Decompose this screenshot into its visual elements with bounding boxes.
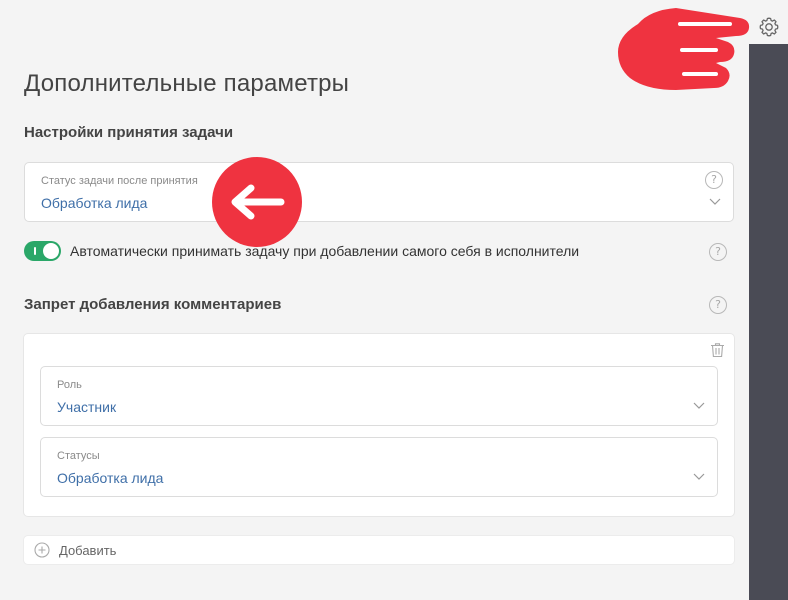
add-rule-label: Добавить (59, 543, 117, 558)
gear-icon[interactable] (757, 15, 781, 39)
status-after-accept-label: Статус задачи после принятия (41, 175, 198, 187)
plus-circle-icon (34, 542, 50, 558)
chevron-down-icon (693, 473, 705, 480)
status-after-accept-select[interactable]: Статус задачи после принятия Обработка л… (24, 162, 734, 222)
section-title-comments-ban: Запрет добавления комментариев (24, 296, 282, 313)
statuses-label: Статусы (57, 450, 100, 462)
toggle-on-mark (34, 247, 36, 255)
auto-accept-toggle[interactable] (24, 241, 61, 261)
auto-accept-label: Автоматически принимать задачу при добав… (70, 243, 580, 259)
role-label: Роль (57, 379, 82, 391)
statuses-select[interactable]: Статусы Обработка лида (40, 437, 718, 497)
pointing-hand-icon (618, 8, 750, 90)
status-after-accept-value: Обработка лида (41, 195, 148, 211)
page-title: Дополнительные параметры (24, 70, 350, 97)
side-panel (749, 44, 788, 600)
help-icon[interactable]: ? (705, 171, 723, 189)
chevron-down-icon (709, 198, 721, 205)
role-select[interactable]: Роль Участник (40, 366, 718, 426)
statuses-value: Обработка лида (57, 470, 164, 486)
add-rule-button[interactable]: Добавить (24, 536, 734, 564)
help-icon[interactable]: ? (709, 243, 727, 261)
help-icon[interactable]: ? (709, 296, 727, 314)
trash-icon[interactable] (710, 342, 725, 358)
chevron-down-icon (693, 402, 705, 409)
section-title-acceptance: Настройки принятия задачи (24, 124, 234, 141)
role-value: Участник (57, 399, 117, 415)
toggle-knob (43, 243, 59, 259)
